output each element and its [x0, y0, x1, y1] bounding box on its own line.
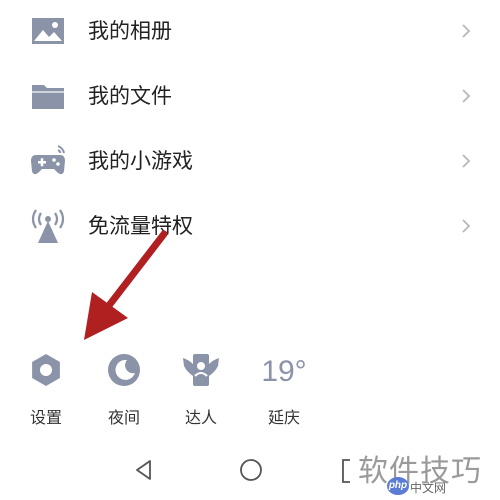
home-icon[interactable]: [236, 455, 266, 485]
menu-item-free-data[interactable]: 免流量特权: [0, 198, 500, 258]
expert-button[interactable]: 达人: [171, 350, 231, 430]
weather-city: 延庆: [267, 408, 300, 427]
chevron-right-icon: [462, 89, 471, 103]
chevron-right-icon: [462, 24, 471, 38]
night-mode-label: 夜间: [107, 408, 140, 427]
folder-icon: [32, 85, 64, 109]
signal-tower-icon: [31, 209, 65, 243]
expert-label: 达人: [184, 408, 217, 427]
chevron-right-icon: [462, 219, 471, 233]
weather-temperature: 19°: [261, 355, 307, 388]
menu-item-minigames[interactable]: 我的小游戏: [0, 133, 500, 193]
gamepad-icon: [31, 145, 65, 175]
chevron-right-icon: [462, 154, 471, 168]
menu-item-files[interactable]: 我的文件: [0, 68, 500, 128]
winged-badge-icon: [183, 354, 219, 386]
back-icon[interactable]: [130, 455, 160, 485]
watermark-php-badge: php: [387, 477, 409, 495]
recents-icon: [342, 459, 350, 483]
night-mode-button[interactable]: 夜间: [94, 350, 154, 430]
menu-item-label: 我的文件: [88, 84, 172, 108]
weather-widget[interactable]: 19° 延庆: [254, 350, 314, 430]
watermark: 软件技巧 php 中文网: [340, 446, 500, 500]
menu-item-album[interactable]: 我的相册: [0, 3, 500, 63]
watermark-site: 中文网: [410, 481, 447, 495]
menu-item-label: 免流量特权: [88, 214, 193, 238]
menu-item-label: 我的小游戏: [88, 149, 193, 173]
settings-button[interactable]: 设置: [16, 350, 76, 430]
gear-icon: [32, 354, 60, 386]
moon-icon: [108, 354, 140, 386]
image-icon: [32, 18, 64, 44]
menu-item-label: 我的相册: [88, 19, 172, 43]
settings-label: 设置: [29, 408, 62, 427]
